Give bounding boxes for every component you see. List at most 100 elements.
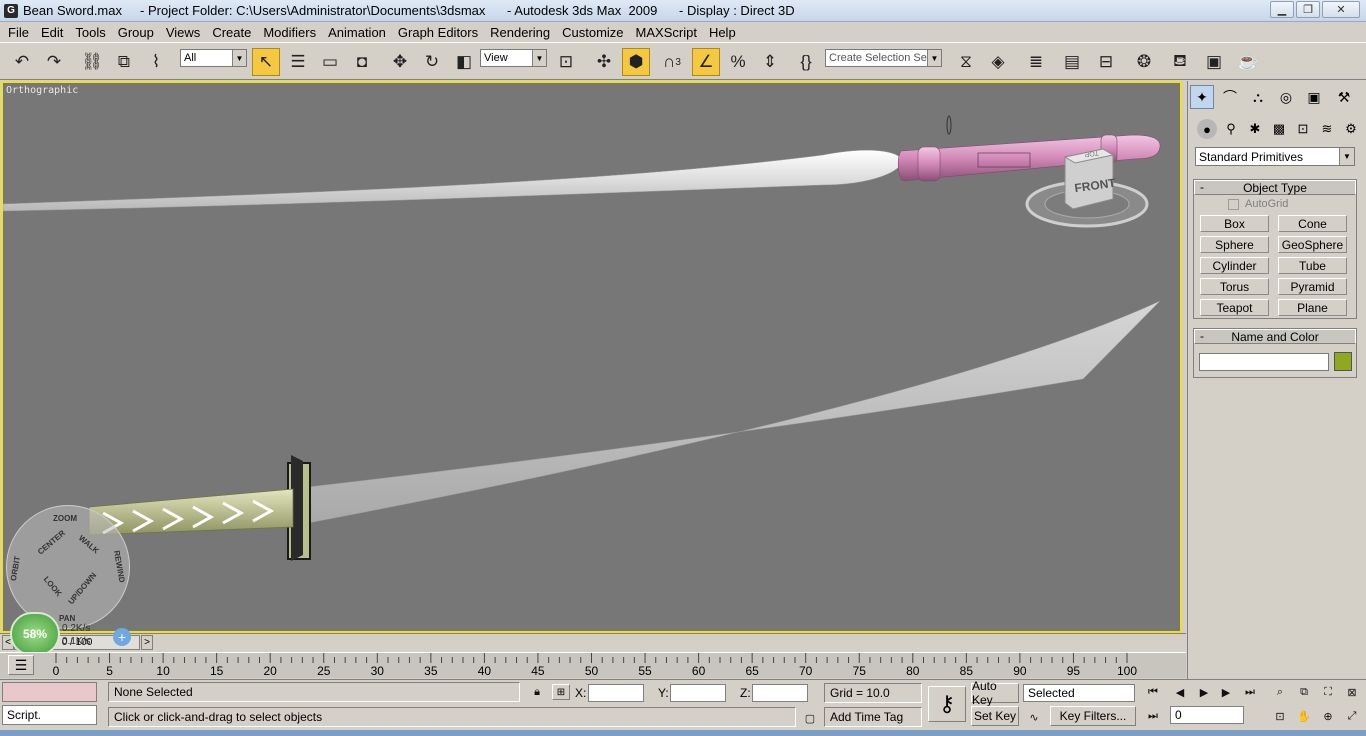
undo-icon[interactable]: ↶: [8, 48, 36, 76]
wheel-look[interactable]: LOOK: [42, 575, 64, 598]
select-by-name-icon[interactable]: ☰: [284, 48, 312, 76]
hierarchy-tab-icon[interactable]: ⛬: [1246, 85, 1270, 109]
bind-space-warp-icon[interactable]: ⌇: [142, 48, 170, 76]
teapot-button[interactable]: Teapot: [1200, 299, 1269, 316]
motion-tab-icon[interactable]: ◎: [1274, 85, 1298, 109]
pyramid-button[interactable]: Pyramid: [1278, 278, 1347, 295]
box-button[interactable]: Box: [1200, 215, 1269, 232]
select-and-scale-icon[interactable]: ◧: [450, 48, 478, 76]
menu-tools[interactable]: Tools: [69, 25, 111, 40]
object-color-swatch[interactable]: [1334, 352, 1352, 371]
x-coordinate-input[interactable]: [588, 684, 644, 702]
space-warps-icon[interactable]: ≋: [1317, 119, 1337, 139]
network-monitor-badge[interactable]: 58%: [10, 612, 60, 656]
systems-icon[interactable]: ⚙: [1341, 119, 1361, 139]
utilities-tab-icon[interactable]: ⚒: [1332, 85, 1356, 109]
selection-filter-dropdown[interactable]: All ▼: [180, 49, 247, 67]
light-gizmo[interactable]: [946, 115, 952, 135]
absolute-mode-icon[interactable]: ⊞: [552, 684, 570, 700]
align-icon[interactable]: ◈: [984, 48, 1012, 76]
reference-coordinate-dropdown[interactable]: View ▼: [480, 49, 547, 67]
window-crossing-icon[interactable]: ◘: [348, 48, 376, 76]
steering-wheel-widget[interactable]: ZOOM CENTER WALK ORBIT REWIND LOOK UP/DO…: [6, 505, 130, 629]
wheel-walk[interactable]: WALK: [77, 533, 101, 555]
zoom-icon[interactable]: ⌕: [1270, 683, 1290, 701]
key-mode-toggle-icon[interactable]: ⏭: [1143, 707, 1163, 725]
lights-icon[interactable]: ✱: [1245, 119, 1265, 139]
time-tag-icon[interactable]: ▢: [800, 709, 820, 727]
upper-sword-handle[interactable]: [897, 134, 1161, 182]
menu-modifiers[interactable]: Modifiers: [257, 25, 322, 40]
rendered-frame-window-icon[interactable]: ▣: [1200, 48, 1228, 76]
object-name-input[interactable]: [1199, 353, 1329, 371]
maxscript-listener-mini[interactable]: [2, 682, 97, 702]
lower-sword-blade[interactable]: [307, 300, 1161, 524]
wheel-updown[interactable]: UP/DOWN: [66, 571, 98, 606]
time-slider[interactable]: < 0 / 100 >: [0, 633, 1186, 651]
tube-button[interactable]: Tube: [1278, 257, 1347, 274]
menu-views[interactable]: Views: [160, 25, 206, 40]
pan-view-icon[interactable]: ✋: [1294, 707, 1314, 725]
network-plus-icon[interactable]: +: [113, 628, 131, 646]
menu-file[interactable]: File: [2, 25, 35, 40]
render-setup-icon[interactable]: ⛾: [1166, 48, 1194, 76]
viewport-orthographic[interactable]: Orthographic FRONT TOP ZOOM CENTER WALK …: [1, 81, 1182, 633]
wheel-zoom[interactable]: ZOOM: [53, 514, 77, 523]
menu-rendering[interactable]: Rendering: [484, 25, 556, 40]
helpers-icon[interactable]: ⊡: [1293, 119, 1313, 139]
spinner-snap-icon[interactable]: ⇕: [756, 48, 784, 76]
quick-render-teapot-icon[interactable]: ☕: [1234, 48, 1262, 76]
cameras-icon[interactable]: ▩: [1269, 119, 1289, 139]
cylinder-button[interactable]: Cylinder: [1200, 257, 1269, 274]
select-object-icon[interactable]: ↖: [252, 48, 280, 76]
close-button[interactable]: ✕: [1322, 1, 1360, 18]
geosphere-button[interactable]: GeoSphere: [1278, 236, 1347, 253]
previous-key-icon[interactable]: ◀: [1170, 683, 1190, 701]
zoom-extents-icon[interactable]: ⛶: [1318, 683, 1338, 701]
geometry-category-dropdown[interactable]: Standard Primitives ▼: [1195, 147, 1355, 166]
torus-button[interactable]: Torus: [1200, 278, 1269, 295]
material-editor-icon[interactable]: ❂: [1130, 48, 1158, 76]
add-time-tag-field[interactable]: Add Time Tag: [824, 707, 922, 727]
y-coordinate-input[interactable]: [670, 684, 726, 702]
menu-edit[interactable]: Edit: [35, 25, 69, 40]
wheel-center[interactable]: CENTER: [36, 528, 67, 556]
object-type-header[interactable]: - Object Type: [1194, 180, 1356, 195]
zoom-all-icon[interactable]: ⧉: [1294, 683, 1314, 701]
zoom-extents-all-icon[interactable]: ⊠: [1342, 683, 1362, 701]
create-tab-icon[interactable]: ✦: [1190, 85, 1214, 109]
minimize-button[interactable]: ▁: [1270, 1, 1294, 18]
go-to-start-icon[interactable]: ⏮: [1143, 683, 1163, 701]
name-and-color-header[interactable]: - Name and Color: [1194, 329, 1356, 344]
region-zoom-icon[interactable]: ⊡: [1270, 707, 1290, 725]
cone-button[interactable]: Cone: [1278, 215, 1347, 232]
key-mode-dropdown[interactable]: Selected: [1023, 684, 1135, 702]
lower-sword-handle[interactable]: [88, 488, 294, 536]
modify-tab-icon[interactable]: ⌒: [1218, 85, 1242, 109]
menu-graph-editors[interactable]: Graph Editors: [392, 25, 484, 40]
menu-help[interactable]: Help: [703, 25, 742, 40]
snaps-toggle-icon[interactable]: ∩ 3: [658, 48, 686, 76]
curve-icon[interactable]: ∿: [1024, 708, 1044, 726]
geometry-icon[interactable]: ●: [1197, 119, 1217, 139]
sphere-button[interactable]: Sphere: [1200, 236, 1269, 253]
autogrid-checkbox[interactable]: [1228, 198, 1239, 210]
menu-create[interactable]: Create: [206, 25, 257, 40]
edit-named-selection-icon[interactable]: {}: [792, 48, 820, 76]
key-filters-button[interactable]: Key Filters...: [1050, 706, 1136, 726]
display-tab-icon[interactable]: ▣: [1302, 85, 1326, 109]
select-and-rotate-icon[interactable]: ↻: [418, 48, 446, 76]
named-selection-set-dropdown[interactable]: Create Selection Set ▼: [825, 49, 942, 67]
plane-button[interactable]: Plane: [1278, 299, 1347, 316]
unlink-icon[interactable]: ⧉: [110, 48, 138, 76]
play-icon[interactable]: ▶: [1194, 683, 1214, 701]
wheel-rewind[interactable]: REWIND: [112, 550, 126, 584]
maximize-viewport-icon[interactable]: ⤢: [1342, 707, 1362, 725]
menu-customize[interactable]: Customize: [556, 25, 629, 40]
next-key-icon[interactable]: ▶: [1216, 683, 1236, 701]
autogrid-option[interactable]: AutoGrid: [1228, 198, 1288, 210]
go-to-end-icon[interactable]: ⏭: [1240, 683, 1260, 701]
current-frame-input[interactable]: 0: [1170, 706, 1244, 724]
lock-selection-icon[interactable]: 🔒︎: [527, 683, 547, 701]
percent-snap-icon[interactable]: %: [724, 48, 752, 76]
